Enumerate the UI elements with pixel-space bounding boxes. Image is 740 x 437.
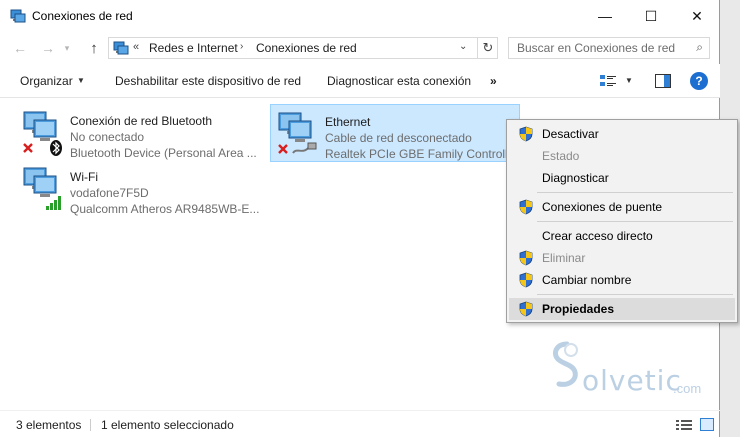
disable-device-button[interactable]: Deshabilitar este dispositivo de red: [115, 74, 301, 88]
connection-device: Qualcomm Atheros AR9485WB-E...: [70, 202, 260, 216]
minimize-button[interactable]: —: [582, 0, 628, 32]
connection-item-wifi[interactable]: Wi-Fi vodafone7F5D Qualcomm Atheros AR94…: [16, 160, 266, 218]
more-commands-button[interactable]: »: [490, 74, 497, 88]
menu-separator: [537, 192, 733, 193]
diagnose-connection-button[interactable]: Diagnosticar esta conexión: [327, 74, 471, 88]
menu-item-conexiones-de-puente[interactable]: Conexiones de puente: [509, 196, 735, 218]
uac-shield-icon: [519, 126, 533, 142]
connection-item-bluetooth[interactable]: Conexión de red Bluetooth No conectado B…: [16, 104, 266, 162]
connection-name: Wi-Fi: [70, 170, 98, 184]
view-options-caret-icon[interactable]: ▼: [625, 76, 633, 85]
status-bar: 3 elementos 1 elemento seleccionado: [0, 410, 720, 437]
bluetooth-network-icon: [23, 111, 62, 156]
breadcrumb-separator-icon[interactable]: ›: [240, 41, 243, 52]
menu-item-propiedades[interactable]: Propiedades: [509, 298, 735, 320]
connection-device: Realtek PCIe GBE Family Controller: [325, 147, 515, 161]
navigation-bar: ← → ▾ ↑ « Redes e Internet › Conexiones …: [0, 32, 720, 64]
menu-item-label: Desactivar: [542, 127, 599, 141]
connection-status: Cable de red desconectado: [325, 131, 472, 145]
organize-menu-button[interactable]: Organizar: [20, 74, 73, 88]
connection-status: vodafone7F5D: [70, 186, 149, 200]
command-bar: Organizar ▼ Deshabilitar este dispositiv…: [0, 64, 720, 98]
recent-locations-chevron-icon[interactable]: ▾: [60, 38, 74, 58]
menu-item-eliminar[interactable]: Eliminar: [509, 247, 735, 269]
organize-caret-icon[interactable]: ▼: [77, 76, 85, 85]
ethernet-network-icon: [278, 112, 317, 154]
menu-item-label: Cambiar nombre: [542, 273, 632, 287]
connection-item-ethernet[interactable]: Ethernet Cable de red desconectado Realt…: [270, 104, 520, 162]
address-dropdown-chevron-icon[interactable]: ⌄: [459, 41, 467, 52]
solvetic-watermark: olvetic .com: [545, 340, 715, 400]
menu-item-label: Diagnosticar: [542, 171, 609, 185]
item-count: 3 elementos: [16, 418, 82, 432]
details-view-icon[interactable]: [676, 419, 692, 431]
breadcrumb-redes-e-internet[interactable]: Redes e Internet: [149, 41, 238, 55]
selection-count: 1 elemento seleccionado: [101, 418, 234, 432]
search-input[interactable]: Buscar en Conexiones de red ⌕: [508, 37, 710, 59]
forward-arrow-icon[interactable]: →: [38, 38, 58, 58]
back-arrow-icon[interactable]: ←: [10, 38, 30, 58]
large-icons-view-icon[interactable]: [700, 418, 714, 431]
address-bar[interactable]: « Redes e Internet › Conexiones de red ⌄…: [108, 37, 498, 59]
uac-shield-icon: [519, 272, 533, 288]
change-view-icon[interactable]: [600, 74, 616, 88]
menu-separator: [537, 294, 733, 295]
menu-item-label: Eliminar: [542, 251, 586, 265]
window-title: Conexiones de red: [32, 9, 133, 23]
menu-item-desactivar[interactable]: Desactivar: [509, 123, 735, 145]
wifi-network-icon: [23, 167, 61, 210]
network-folder-icon: [113, 41, 129, 55]
watermark-suffix: .com: [673, 381, 702, 396]
menu-item-label: Crear acceso directo: [542, 229, 653, 243]
menu-item-label: Propiedades: [542, 302, 615, 316]
menu-item-crear-acceso-directo[interactable]: Crear acceso directo: [509, 225, 735, 247]
breadcrumb-overflow[interactable]: «: [133, 41, 139, 53]
connection-name: Conexión de red Bluetooth: [70, 114, 213, 128]
solvetic-logo-icon: [552, 341, 578, 387]
network-folder-icon: [10, 9, 26, 23]
menu-item-estado[interactable]: Estado: [509, 145, 735, 167]
search-icon[interactable]: ⌕: [696, 40, 703, 55]
context-menu: Desactivar Estado Diagnosticar Conexione…: [506, 119, 738, 323]
search-placeholder: Buscar en Conexiones de red: [517, 41, 676, 55]
breadcrumb-conexiones-de-red[interactable]: Conexiones de red: [256, 41, 357, 55]
uac-shield-icon: [519, 301, 533, 317]
uac-shield-icon: [519, 250, 533, 266]
up-arrow-icon[interactable]: ↑: [84, 38, 104, 58]
status-divider: [90, 419, 91, 431]
uac-shield-icon: [519, 199, 533, 215]
menu-item-cambiar-nombre[interactable]: Cambiar nombre: [509, 269, 735, 291]
connection-name: Ethernet: [325, 115, 371, 129]
menu-item-label: Conexiones de puente: [542, 200, 663, 214]
help-icon[interactable]: ?: [690, 72, 708, 90]
connection-status: No conectado: [70, 130, 145, 144]
refresh-icon[interactable]: ↻: [477, 38, 498, 58]
close-button[interactable]: ✕: [674, 0, 720, 32]
watermark-text: olvetic: [582, 364, 682, 397]
maximize-button[interactable]: ☐: [628, 0, 674, 32]
title-bar: Conexiones de red — ☐ ✕: [0, 0, 720, 32]
connection-device: Bluetooth Device (Personal Area ...: [70, 146, 257, 160]
preview-pane-icon[interactable]: [655, 74, 671, 88]
menu-separator: [537, 221, 733, 222]
menu-item-diagnosticar[interactable]: Diagnosticar: [509, 167, 735, 189]
menu-item-label: Estado: [542, 149, 580, 163]
